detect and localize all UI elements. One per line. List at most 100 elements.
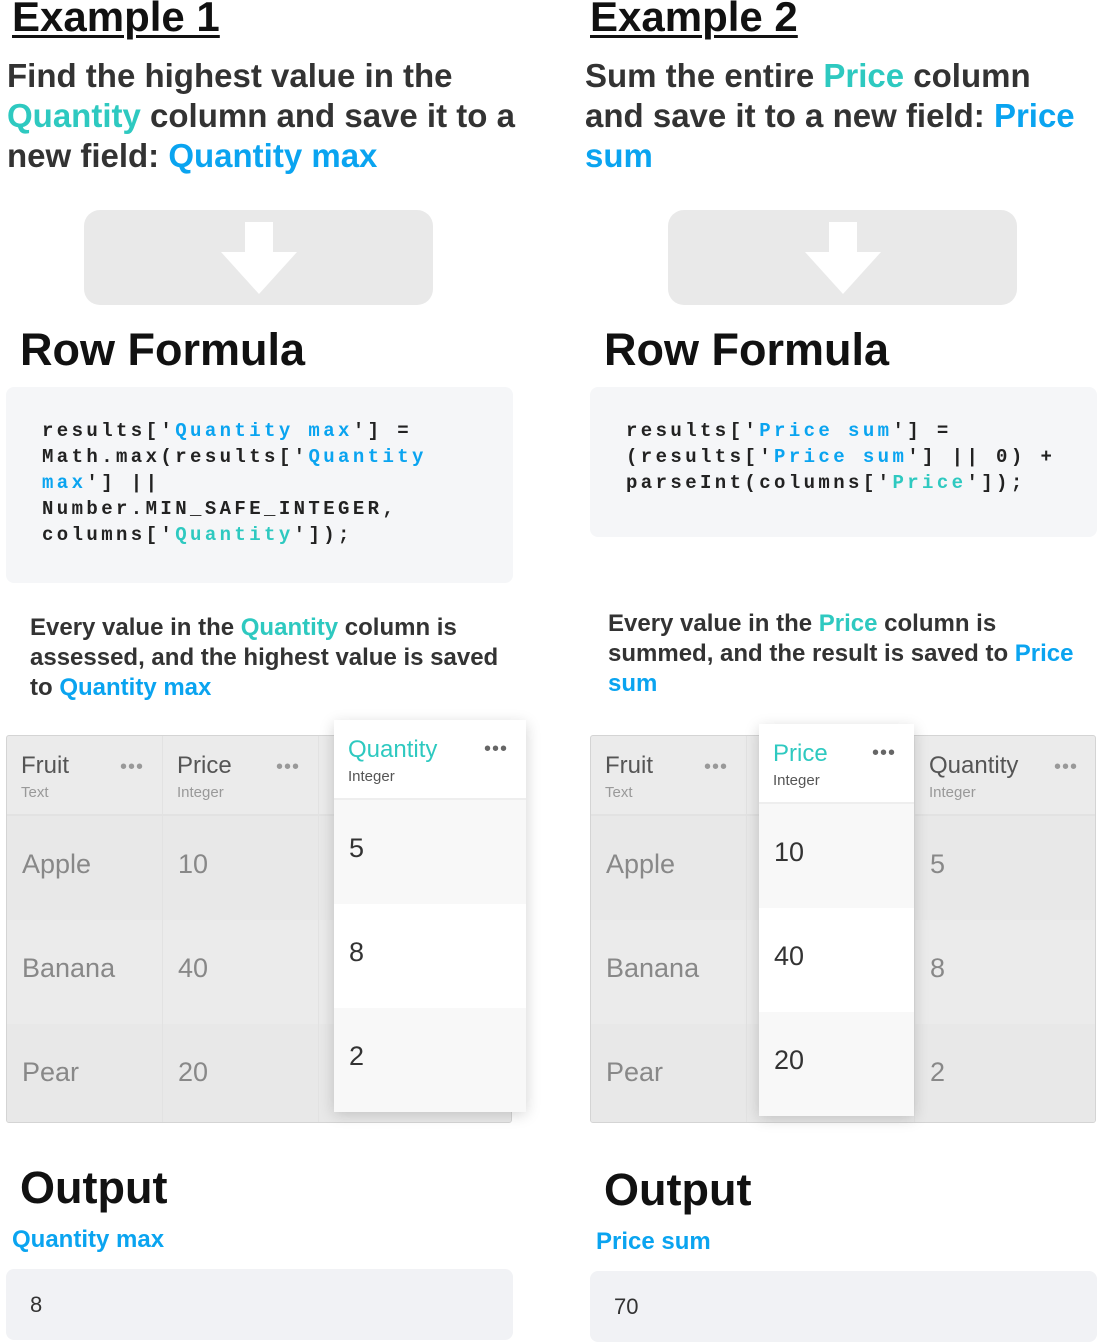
table-cell: 40 xyxy=(178,953,209,983)
column-name: Quantity xyxy=(929,752,1019,779)
table-cell: 2 xyxy=(334,1008,526,1112)
code-text: parseInt(columns[' xyxy=(626,472,893,494)
code-field-name: max xyxy=(42,472,87,494)
code-line: parseInt(columns['Price']); xyxy=(626,470,1077,496)
text-segment: Every value in the xyxy=(30,614,241,641)
table-cell: 8 xyxy=(930,953,946,983)
code-field-name: Quantity xyxy=(308,446,427,468)
description: Every value in the Price column is summe… xyxy=(608,609,1088,699)
example-2: Example 2 Sum the entire Price column an… xyxy=(584,0,1100,1344)
example-title: Example 2 xyxy=(590,0,798,40)
column-cells: 5 8 2 xyxy=(915,816,1095,1122)
column-type: Text xyxy=(605,784,633,801)
arrow-down-icon xyxy=(805,222,881,294)
code-field-name: Price sum xyxy=(774,446,908,468)
code-text: results[' xyxy=(42,420,176,442)
table-column-fruit: Fruit Text ••• Apple Banana Pear xyxy=(7,736,163,1122)
table-cell: 20 xyxy=(163,1024,318,1122)
code-text: '] = xyxy=(352,420,413,442)
column-reference: Price xyxy=(818,610,878,637)
more-options-icon[interactable]: ••• xyxy=(276,756,300,779)
code-field-name: Price sum xyxy=(759,420,893,442)
column-header[interactable]: Fruit Text ••• xyxy=(7,736,162,816)
code-text: columns[' xyxy=(42,524,176,546)
code-text: results[' xyxy=(626,420,760,442)
output-heading: Output xyxy=(20,1162,168,1213)
table-column-price: Price Integer ••• 104020 xyxy=(759,724,914,1116)
code-line: Number.MIN_SAFE_INTEGER, xyxy=(42,496,493,522)
code-text: ']); xyxy=(966,472,1026,494)
table-cell: Apple xyxy=(591,816,746,920)
column-reference: Quantity xyxy=(7,97,141,134)
column-name: Price xyxy=(773,740,828,767)
arrow-box xyxy=(84,210,433,305)
new-field-name: Quantity max xyxy=(168,137,378,174)
text-segment: Every value in the xyxy=(608,610,819,637)
column-header[interactable]: Price Integer ••• xyxy=(759,724,914,804)
table-cell: 8 xyxy=(334,904,526,1008)
column-header[interactable]: Quantity Integer ••• xyxy=(915,736,1095,816)
description: Every value in the Quantity column is as… xyxy=(30,613,510,703)
column-reference: Price xyxy=(823,57,905,94)
code-line: max'] || xyxy=(42,470,493,496)
code-line: results['Price sum'] = xyxy=(626,418,1077,444)
text-segment: Sum the entire xyxy=(585,57,824,94)
new-field-name: Quantity max xyxy=(59,674,212,701)
arrow-box xyxy=(668,210,1017,305)
code-field-name: Quantity max xyxy=(175,420,353,442)
text-segment: Find the highest value in the xyxy=(7,57,453,94)
column-type: Integer xyxy=(177,784,224,801)
code-text: Math.max(results[' xyxy=(42,446,309,468)
column-name: Quantity xyxy=(348,736,438,763)
code-text: '] || 0) + xyxy=(907,446,1056,468)
table-cell: Banana xyxy=(606,953,700,983)
code-text: '] || xyxy=(86,472,161,494)
column-header[interactable]: Quantity Integer ••• xyxy=(334,720,526,800)
table-cell: 40 xyxy=(759,908,914,1012)
table-cell: 5 xyxy=(915,816,1095,920)
more-options-icon[interactable]: ••• xyxy=(704,756,728,779)
table-cell: 5 xyxy=(334,800,526,904)
column-type: Integer xyxy=(773,772,820,789)
column-header[interactable]: Price Integer ••• xyxy=(163,736,318,816)
more-options-icon[interactable]: ••• xyxy=(484,738,508,761)
column-cells: 10 40 20 xyxy=(163,816,318,1122)
code-text: (results[' xyxy=(626,446,775,468)
code-line: Math.max(results['Quantity xyxy=(42,444,493,470)
column-cells: 582 xyxy=(334,800,526,1112)
table-cell: Apple xyxy=(7,816,162,920)
highlighted-column: Quantity Integer ••• 5 8 2 xyxy=(334,720,526,1112)
task-text: Sum the entire Price column and save it … xyxy=(585,56,1095,176)
table-cell: 10 xyxy=(759,804,914,908)
example-title: Example 1 xyxy=(12,0,220,40)
output-value: 8 xyxy=(6,1269,513,1340)
code-field-name: Quantity xyxy=(175,524,294,546)
column-type: Integer xyxy=(929,784,976,801)
example-1: Example 1 Find the highest value in the … xyxy=(0,0,526,1344)
formula-code: results['Quantity max'] = Math.max(result… xyxy=(6,387,513,583)
table-column-fruit: Fruit Text ••• Apple Banana Pear xyxy=(591,736,747,1122)
output-field-label: Quantity max xyxy=(12,1226,165,1253)
code-text: ']); xyxy=(293,524,353,546)
more-options-icon[interactable]: ••• xyxy=(1054,756,1078,779)
column-cells: 104020 xyxy=(759,804,914,1116)
table-cell: Pear xyxy=(591,1024,746,1122)
column-name: Fruit xyxy=(605,752,653,779)
code-line: columns['Quantity']); xyxy=(42,522,493,548)
output-field-label: Price sum xyxy=(596,1228,711,1255)
column-name: Fruit xyxy=(21,752,69,779)
code-text: '] = xyxy=(892,420,952,442)
more-options-icon[interactable]: ••• xyxy=(872,742,896,765)
column-name: Price xyxy=(177,752,232,779)
output-value: 70 xyxy=(590,1271,1097,1342)
table-cell: 2 xyxy=(915,1024,1095,1122)
table-column-price: Price Integer ••• 10 40 20 xyxy=(163,736,319,1122)
column-header[interactable]: Fruit Text ••• xyxy=(591,736,746,816)
column-cells: Apple Banana Pear xyxy=(591,816,746,1122)
column-cells: Apple Banana Pear xyxy=(7,816,162,1122)
code-line: (results['Price sum'] || 0) + xyxy=(626,444,1077,470)
more-options-icon[interactable]: ••• xyxy=(120,756,144,779)
table-cell: 10 xyxy=(163,816,318,920)
code-text: Number.MIN_SAFE_INTEGER, xyxy=(42,498,398,520)
table-cell: Pear xyxy=(7,1024,162,1122)
